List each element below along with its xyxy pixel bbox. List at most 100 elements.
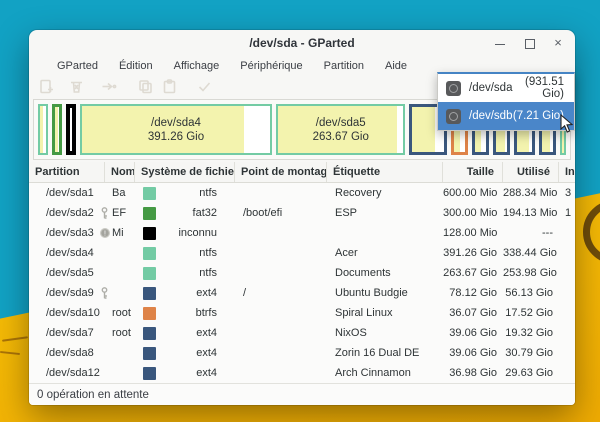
partition-name: /dev/sda10 xyxy=(46,307,100,319)
status-bar: 0 opération en attente xyxy=(29,383,575,405)
size-value: 36.07 Gio xyxy=(443,307,503,319)
fs-color-swatch xyxy=(143,187,156,200)
partition-label: Recovery xyxy=(327,187,443,199)
header-point-de-montage: Point de montage xyxy=(235,162,327,182)
partition-name: /dev/sda1 xyxy=(46,187,94,199)
header-inutilise: Inutilisé xyxy=(559,162,575,182)
menu-peripherique[interactable]: Périphérique xyxy=(240,60,302,72)
partition-name: /dev/sda8 xyxy=(46,347,94,359)
fs-name: inconnu xyxy=(156,227,235,239)
bar-segment-sda2[interactable] xyxy=(52,104,62,155)
fs-color-swatch xyxy=(143,247,156,260)
table-row[interactable]: /dev/sda8 ! ext4 Zorin 16 Dual DE 39.06 … xyxy=(29,343,575,363)
bar-segment-sda4[interactable]: /dev/sda4 391.26 Gio xyxy=(80,104,272,155)
partition-nom: Ba xyxy=(105,187,135,199)
table-row[interactable]: /dev/sda2 ! EF fat32 /boot/efi ESP 300.0… xyxy=(29,203,575,223)
table-row[interactable]: /dev/sda7 ! root ext4 NixOS 39.06 Gio 19… xyxy=(29,323,575,343)
size-value: 78.12 Gio xyxy=(443,287,503,299)
size-value: 391.26 Gio xyxy=(443,247,503,259)
fs-name: ntfs xyxy=(156,187,235,199)
menu-aide[interactable]: Aide xyxy=(385,60,407,72)
used-value: 17.52 Gio xyxy=(503,307,559,319)
used-value: 288.34 Mio xyxy=(503,187,559,199)
fs-name: ext4 xyxy=(156,327,235,339)
partition-name: /dev/sda9 xyxy=(46,287,94,299)
close-icon[interactable]: × xyxy=(551,36,565,50)
unused-value: 1 xyxy=(559,207,575,219)
menu-partition[interactable]: Partition xyxy=(324,60,364,72)
fs-name: ext4 xyxy=(156,347,235,359)
resize-move-icon[interactable] xyxy=(98,77,120,97)
partition-nom: root xyxy=(105,327,135,339)
mount-point: /boot/efi xyxy=(235,207,327,219)
size-value: 36.98 Gio xyxy=(443,367,503,379)
new-partition-icon[interactable] xyxy=(35,77,57,97)
fs-color-swatch xyxy=(143,227,156,240)
size-value: 600.00 Mio xyxy=(443,187,503,199)
delete-partition-icon[interactable] xyxy=(65,77,87,97)
window-title: /dev/sda - GParted xyxy=(249,36,354,50)
used-value: 194.13 Mio xyxy=(503,207,559,219)
bar-segment-sda1[interactable] xyxy=(38,104,48,155)
fs-name: ext4 xyxy=(156,287,235,299)
table-row[interactable]: /dev/sda9 ! ext4 / Ubuntu Budgie 78.12 G… xyxy=(29,283,575,303)
table-row[interactable]: /dev/sda1 ! Ba ntfs Recovery 600.00 Mio … xyxy=(29,183,575,203)
size-value: 300.00 Mio xyxy=(443,207,503,219)
minimize-icon[interactable] xyxy=(493,36,507,50)
fs-color-swatch xyxy=(143,327,156,340)
used-value: 29.63 Gio xyxy=(503,367,559,379)
hard-drive-icon xyxy=(446,81,461,96)
titlebar[interactable]: /dev/sda - GParted × xyxy=(29,30,575,56)
paste-icon[interactable] xyxy=(158,77,180,97)
fs-color-swatch xyxy=(143,207,156,220)
header-nom: Nom xyxy=(105,162,135,182)
fs-name: fat32 xyxy=(156,207,235,219)
device-size: (7.21 Gio) xyxy=(513,110,564,122)
fs-name: ntfs xyxy=(156,247,235,259)
header-partition: Partition xyxy=(29,162,105,182)
device-option-sda[interactable]: /dev/sda (931.51 Gio) xyxy=(438,74,574,102)
partition-name: /dev/sda7 xyxy=(46,327,94,339)
table-row[interactable]: /dev/sda3 ! Mi inconnu 128.00 Mio --- xyxy=(29,223,575,243)
partition-label: Spiral Linux xyxy=(327,307,443,319)
apply-operations-icon[interactable] xyxy=(193,77,215,97)
fs-color-swatch xyxy=(143,367,156,380)
partition-nom: EF xyxy=(105,207,135,219)
header-etiquette: Étiquette xyxy=(327,162,443,182)
partition-label: Arch Cinnamon xyxy=(327,367,443,379)
hard-drive-icon xyxy=(446,109,461,124)
fs-color-swatch xyxy=(143,347,156,360)
copy-icon[interactable] xyxy=(134,77,156,97)
pending-operations-text: 0 opération en attente xyxy=(37,389,149,401)
menu-gparted[interactable]: GParted xyxy=(57,60,98,72)
table-row[interactable]: /dev/sda10 ! root btrfs Spiral Linux 36.… xyxy=(29,303,575,323)
fs-name: btrfs xyxy=(156,307,235,319)
table-row[interactable]: /dev/sda12 ! ext4 Arch Cinnamon 36.98 Gi… xyxy=(29,363,575,383)
bar-partition-size: 263.67 Gio xyxy=(313,130,369,144)
fs-color-swatch xyxy=(143,307,156,320)
table-row[interactable]: /dev/sda4 ! ntfs Acer 391.26 Gio 338.44 … xyxy=(29,243,575,263)
mount-point: / xyxy=(235,287,327,299)
bar-segment-sda5[interactable]: /dev/sda5 263.67 Gio xyxy=(276,104,405,155)
bar-segment-sda3[interactable] xyxy=(66,104,76,155)
used-value: --- xyxy=(503,227,559,239)
menu-affichage[interactable]: Affichage xyxy=(174,60,220,72)
header-utilise: Utilisé xyxy=(503,162,559,182)
partition-label: ESP xyxy=(327,207,443,219)
device-option-sdb[interactable]: /dev/sdb (7.21 Gio) xyxy=(438,102,574,130)
used-value: 30.79 Gio xyxy=(503,347,559,359)
device-name: /dev/sda xyxy=(469,82,512,94)
fs-color-swatch xyxy=(143,287,156,300)
fs-color-swatch xyxy=(143,267,156,280)
partition-name: /dev/sda5 xyxy=(46,267,94,279)
device-dropdown: /dev/sda (931.51 Gio) /dev/sdb (7.21 Gio… xyxy=(437,72,575,131)
fs-name: ntfs xyxy=(156,267,235,279)
size-value: 39.06 Gio xyxy=(443,327,503,339)
table-header-row: Partition Nom Système de fichiers Point … xyxy=(29,162,575,183)
size-value: 128.00 Mio xyxy=(443,227,503,239)
size-value: 39.06 Gio xyxy=(443,347,503,359)
maximize-icon[interactable] xyxy=(522,36,536,50)
table-row[interactable]: /dev/sda5 ! ntfs Documents 263.67 Gio 25… xyxy=(29,263,575,283)
partition-name: /dev/sda3 xyxy=(46,227,94,239)
menu-edition[interactable]: Édition xyxy=(119,60,153,72)
